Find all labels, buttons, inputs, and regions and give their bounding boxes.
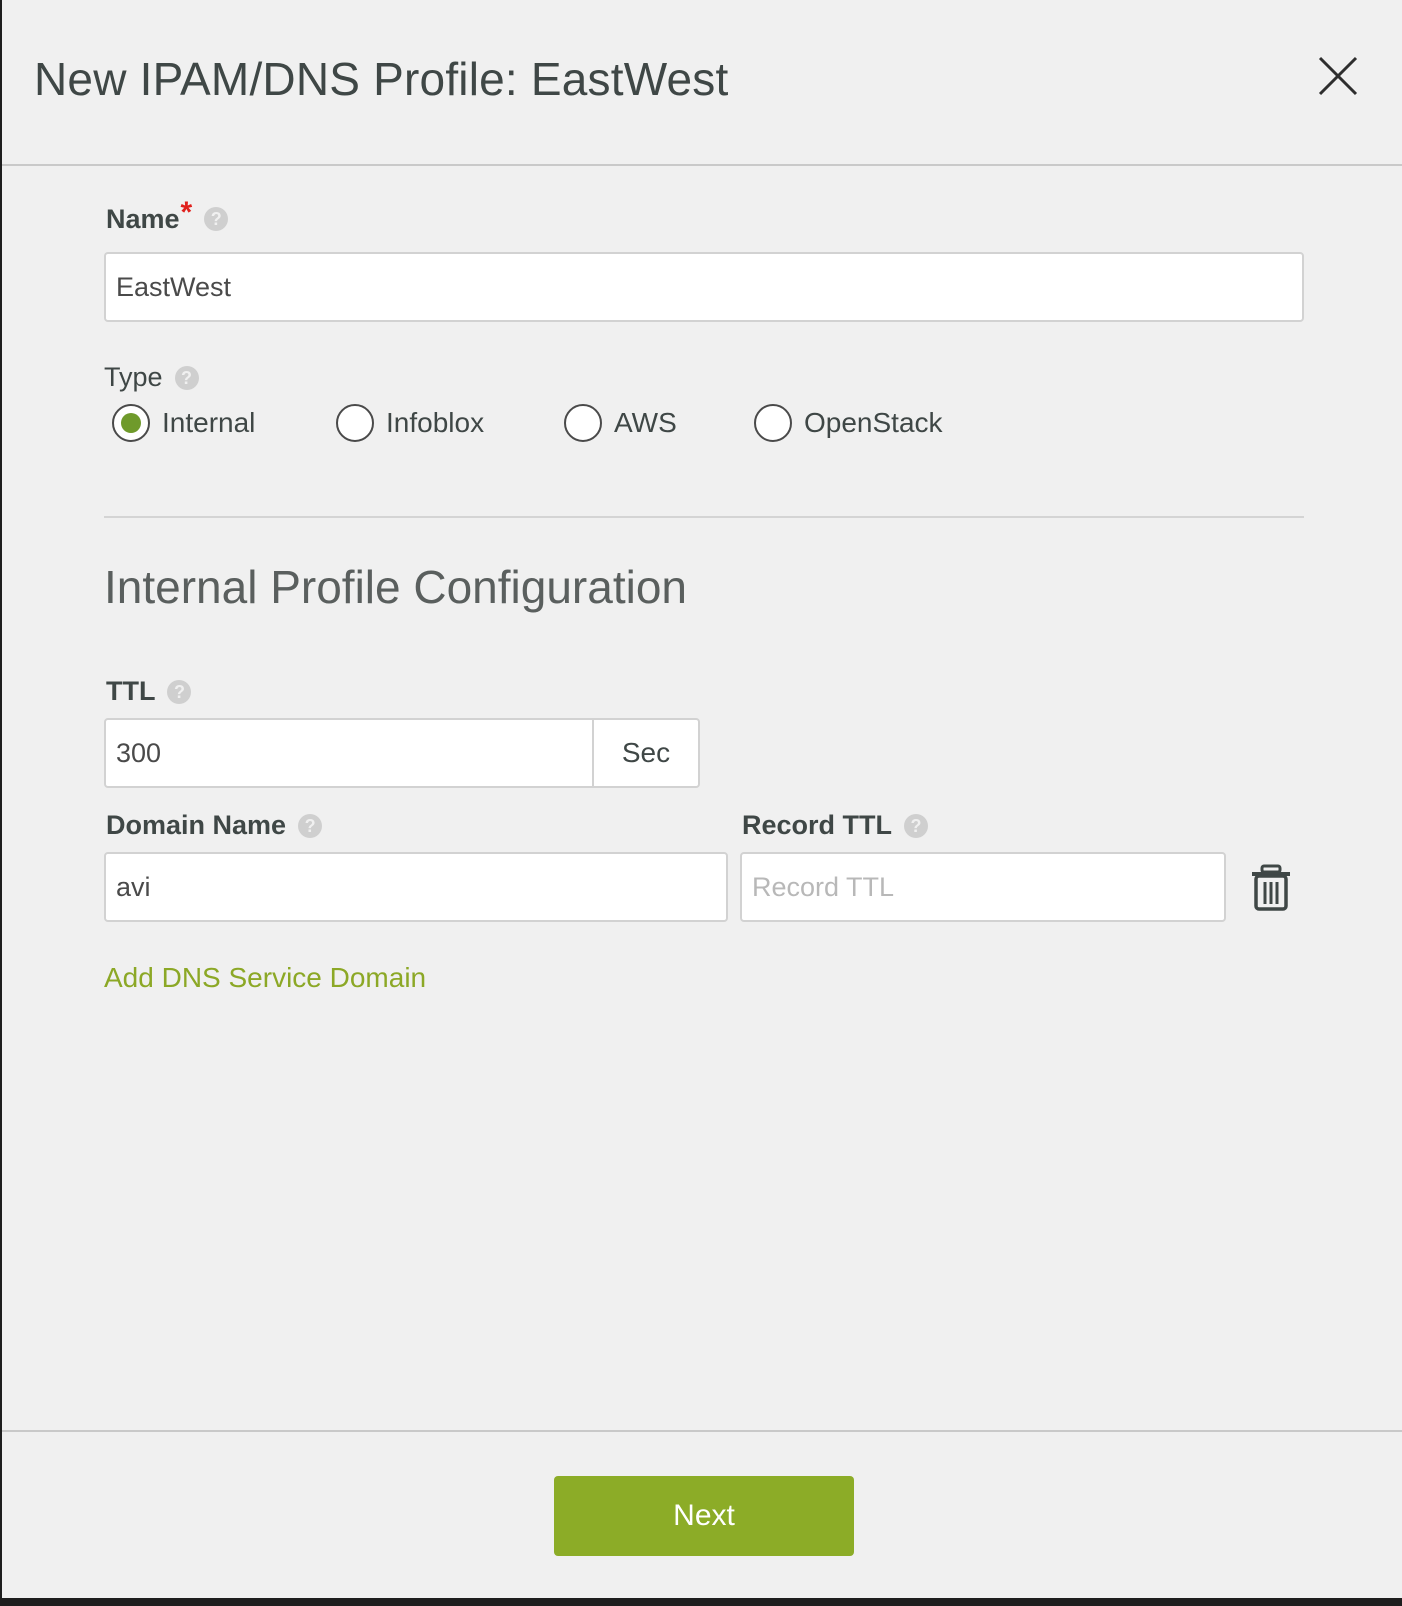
- add-dns-service-domain-link[interactable]: Add DNS Service Domain: [104, 962, 426, 994]
- help-icon[interactable]: ?: [298, 813, 323, 838]
- help-icon[interactable]: ?: [167, 679, 192, 704]
- trash-icon[interactable]: [1250, 864, 1292, 912]
- modal-header: New IPAM/DNS Profile: EastWest: [2, 0, 1402, 166]
- record-ttl-input[interactable]: [740, 852, 1226, 922]
- help-icon[interactable]: ?: [204, 207, 229, 231]
- radio-button[interactable]: [336, 404, 374, 442]
- radio-openstack[interactable]: OpenStack: [754, 404, 943, 442]
- radio-button[interactable]: [754, 404, 792, 442]
- modal-footer: Next: [2, 1430, 1402, 1598]
- ttl-unit-addon: Sec: [592, 718, 700, 788]
- type-label-text: Type: [104, 362, 163, 392]
- ttl-input[interactable]: [104, 718, 594, 788]
- radio-infoblox[interactable]: Infoblox: [336, 404, 484, 442]
- type-label: Type ?: [104, 362, 199, 393]
- modal-title: New IPAM/DNS Profile: EastWest: [34, 53, 729, 105]
- close-icon[interactable]: [1316, 54, 1360, 98]
- domain-name-label: Domain Name ?: [106, 810, 323, 841]
- name-label-text: Name: [106, 203, 180, 234]
- next-button[interactable]: Next: [554, 1476, 854, 1556]
- required-asterisk: *: [180, 196, 193, 229]
- section-divider: [104, 516, 1304, 518]
- radio-button-selected[interactable]: [112, 404, 150, 442]
- radio-label: AWS: [614, 407, 677, 438]
- help-icon[interactable]: ?: [904, 813, 929, 838]
- radio-aws[interactable]: AWS: [564, 404, 677, 442]
- name-label: Name * ?: [106, 196, 229, 236]
- radio-label: Internal: [162, 407, 256, 438]
- ttl-label: TTL ?: [106, 676, 192, 707]
- ipam-dns-profile-modal: New IPAM/DNS Profile: EastWest Name * ? …: [2, 0, 1402, 1598]
- radio-button[interactable]: [564, 404, 602, 442]
- domain-name-label-text: Domain Name: [106, 810, 287, 840]
- radio-label: Infoblox: [386, 407, 485, 438]
- radio-internal[interactable]: Internal: [112, 404, 255, 442]
- radio-label: OpenStack: [804, 407, 943, 438]
- section-title: Internal Profile Configuration: [104, 561, 687, 613]
- ttl-label-text: TTL: [106, 676, 156, 706]
- name-input[interactable]: [104, 252, 1304, 322]
- help-icon[interactable]: ?: [174, 365, 199, 390]
- record-ttl-label-text: Record TTL: [742, 810, 893, 840]
- domain-name-input[interactable]: [104, 852, 728, 922]
- record-ttl-label: Record TTL ?: [742, 810, 929, 841]
- radio-selected-dot: [121, 413, 141, 433]
